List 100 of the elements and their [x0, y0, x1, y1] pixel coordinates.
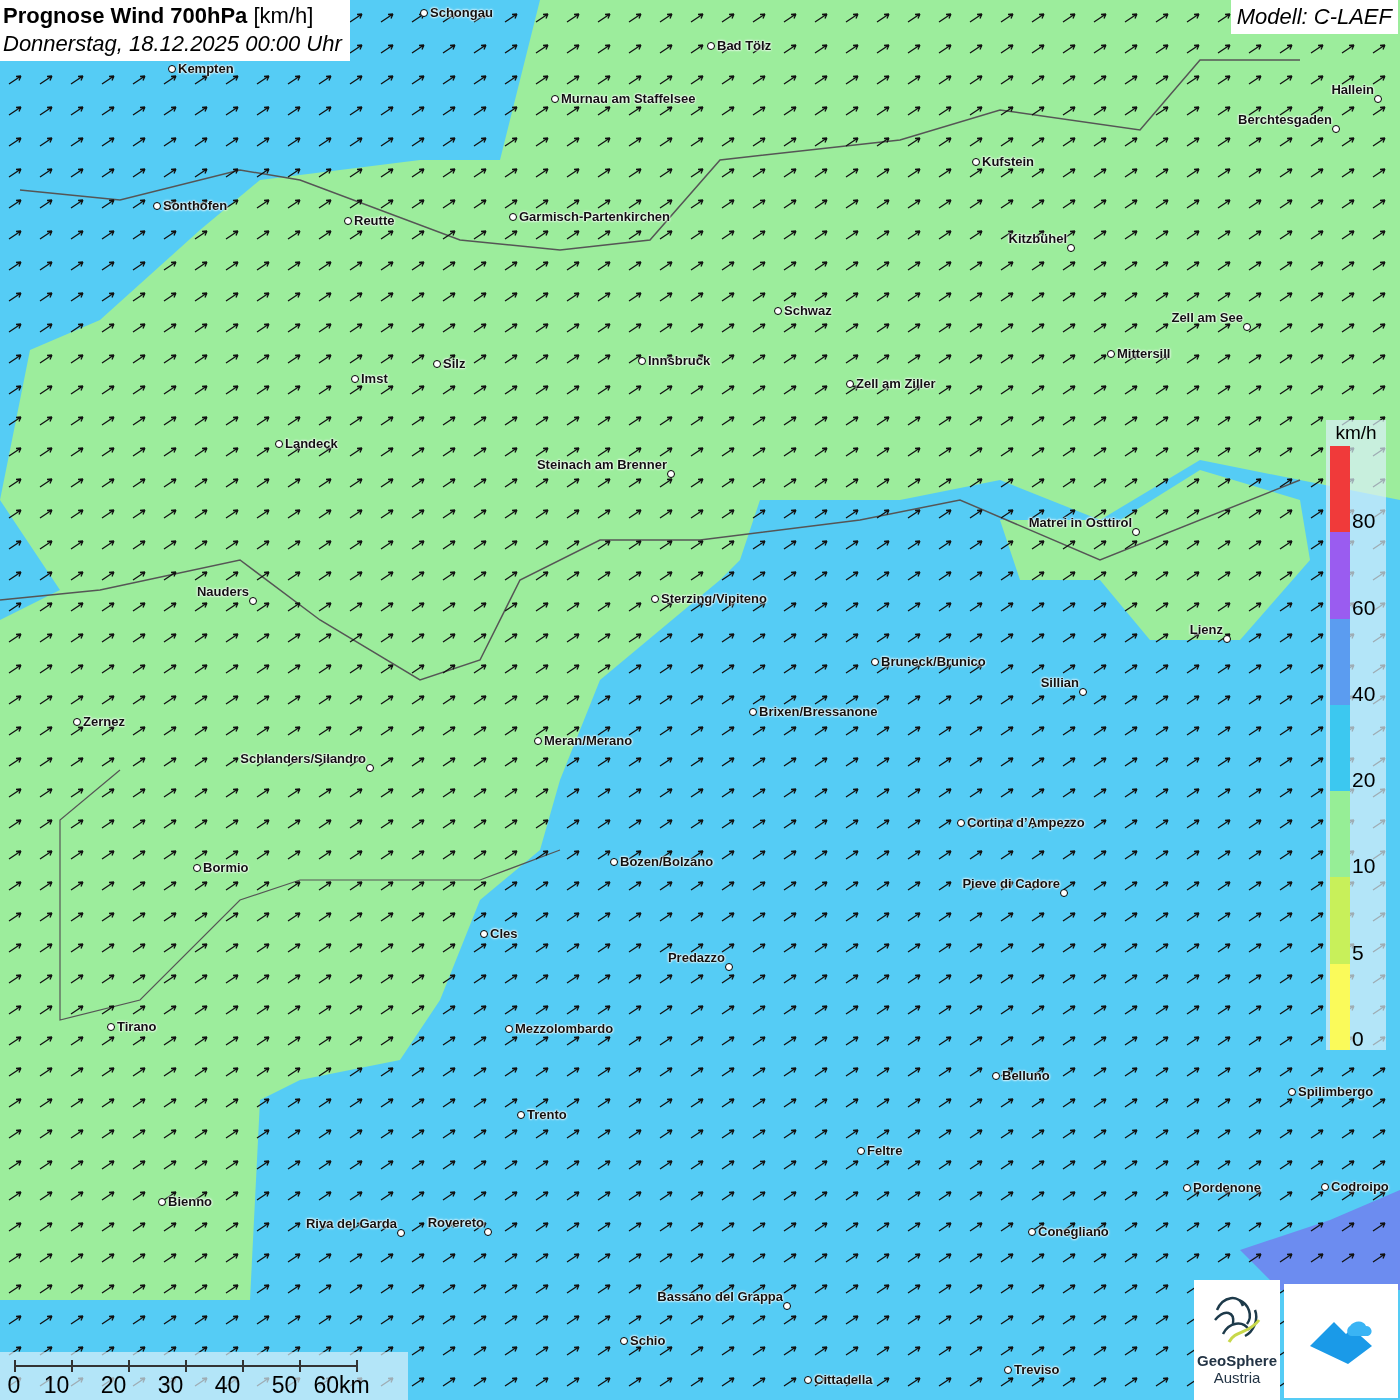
city-label: Bozen/Bolzano [620, 854, 714, 869]
city-marker [192, 863, 201, 872]
city-marker [782, 1301, 791, 1310]
legend-label: 20 [1352, 769, 1376, 792]
city-label: Schio [630, 1333, 666, 1348]
city-marker [956, 818, 965, 827]
city-label: Feltre [867, 1143, 903, 1158]
city-label: Spilimbergo [1298, 1084, 1374, 1099]
city-marker [666, 469, 675, 478]
scale-label: 20 [99, 1372, 128, 1399]
city-marker [1222, 634, 1231, 643]
legend-unit: km/h [1334, 421, 1378, 445]
city-label: Schwaz [784, 303, 832, 318]
city-label: Trento [527, 1107, 567, 1122]
city-label: Reutte [354, 213, 395, 228]
city-marker [1059, 888, 1068, 897]
city-label: Tirano [117, 1019, 157, 1034]
city-marker [1066, 243, 1075, 252]
city-marker [1331, 124, 1340, 133]
city-marker [508, 212, 517, 221]
scale-label: 30 [156, 1372, 185, 1399]
city-marker [1106, 349, 1115, 358]
city-marker [350, 374, 359, 383]
city-label: Riva del Garda [305, 1216, 397, 1231]
city-label: Bassano del Grappa [657, 1289, 783, 1304]
city-marker [609, 857, 618, 866]
city-marker [1182, 1183, 1191, 1192]
city-marker [1003, 1365, 1012, 1374]
city-label: Mezzolombardo [515, 1021, 614, 1036]
city-marker [773, 306, 782, 315]
scale-label: 60km [313, 1372, 370, 1399]
model-label: Modell: C-LAEF [1230, 0, 1398, 34]
city-marker [550, 94, 559, 103]
city-marker [72, 717, 81, 726]
map-title: Prognose Wind 700hPa [km/h] [3, 3, 315, 29]
city-marker [1320, 1182, 1329, 1191]
city-label: Zernez [83, 714, 125, 729]
city-marker [1242, 322, 1251, 331]
city-label: Matrei in Osttirol [1028, 515, 1132, 530]
scale-label: 0 [6, 1372, 22, 1399]
city-label: Predazzo [667, 950, 725, 965]
city-label: Kufstein [982, 154, 1034, 169]
city-label: Schlanders/Silandro [240, 751, 366, 766]
city-label: Rovereto [427, 1215, 484, 1230]
city-label: Kitzbühel [1008, 231, 1067, 246]
city-marker [533, 736, 542, 745]
city-marker [724, 962, 733, 971]
city-label: Imst [361, 371, 388, 386]
city-marker [106, 1022, 115, 1031]
legend-label: 60 [1352, 596, 1376, 619]
city-label: Bienno [168, 1194, 213, 1209]
scale-label: 50 [270, 1372, 299, 1399]
city-marker [396, 1228, 405, 1237]
city-label: Zell am Ziller [856, 376, 936, 391]
city-label: Sillian [1040, 675, 1079, 690]
city-label: Belluno [1002, 1068, 1050, 1083]
city-label: Codroipo [1331, 1179, 1389, 1194]
city-label: Sterzing/Vipiteno [661, 591, 767, 606]
city-label: Kempten [178, 61, 234, 76]
city-marker [971, 157, 980, 166]
city-label: Bad Tölz [717, 38, 772, 53]
city-label: Schongau [430, 5, 493, 20]
city-label: Brixen/Bressanone [759, 704, 878, 719]
logo-name: GeoSphere [1197, 1352, 1277, 1369]
city-marker [1373, 94, 1382, 103]
city-marker [991, 1071, 1000, 1080]
city-marker [419, 8, 428, 17]
city-label: Hallein [1331, 82, 1374, 97]
city-marker [845, 379, 854, 388]
city-label: Sonthofen [163, 198, 228, 213]
city-marker [152, 201, 161, 210]
city-marker [1027, 1227, 1036, 1236]
legend-label: 10 [1352, 855, 1376, 878]
city-marker [1078, 687, 1087, 696]
legend-label: 0 [1352, 1027, 1364, 1050]
city-marker [343, 216, 352, 225]
city-marker [1287, 1087, 1296, 1096]
city-label: Silz [443, 356, 466, 371]
city-marker [706, 41, 715, 50]
city-marker [748, 707, 757, 716]
city-marker [650, 594, 659, 603]
city-marker [167, 64, 176, 73]
forecast-time: Donnerstag, 18.12.2025 00:00 Uhr [3, 31, 342, 57]
city-marker [483, 1227, 492, 1236]
city-label: Garmisch-Partenkirchen [519, 209, 670, 224]
city-label: Steinach am Brenner [536, 457, 667, 472]
city-label: Nauders [196, 584, 249, 599]
city-marker [432, 359, 441, 368]
scale-label: 10 [42, 1372, 71, 1399]
city-marker [365, 763, 374, 772]
city-label: Treviso [1014, 1362, 1060, 1377]
city-marker [803, 1375, 812, 1384]
legend-label: 80 [1352, 510, 1376, 533]
city-label: Landeck [285, 436, 338, 451]
city-label: Berchtesgaden [1238, 112, 1332, 127]
city-marker [856, 1146, 865, 1155]
city-marker [248, 596, 257, 605]
scale-label: 40 [213, 1372, 242, 1399]
city-label: Bormio [203, 860, 249, 875]
city-label: Conegliano [1038, 1224, 1109, 1239]
